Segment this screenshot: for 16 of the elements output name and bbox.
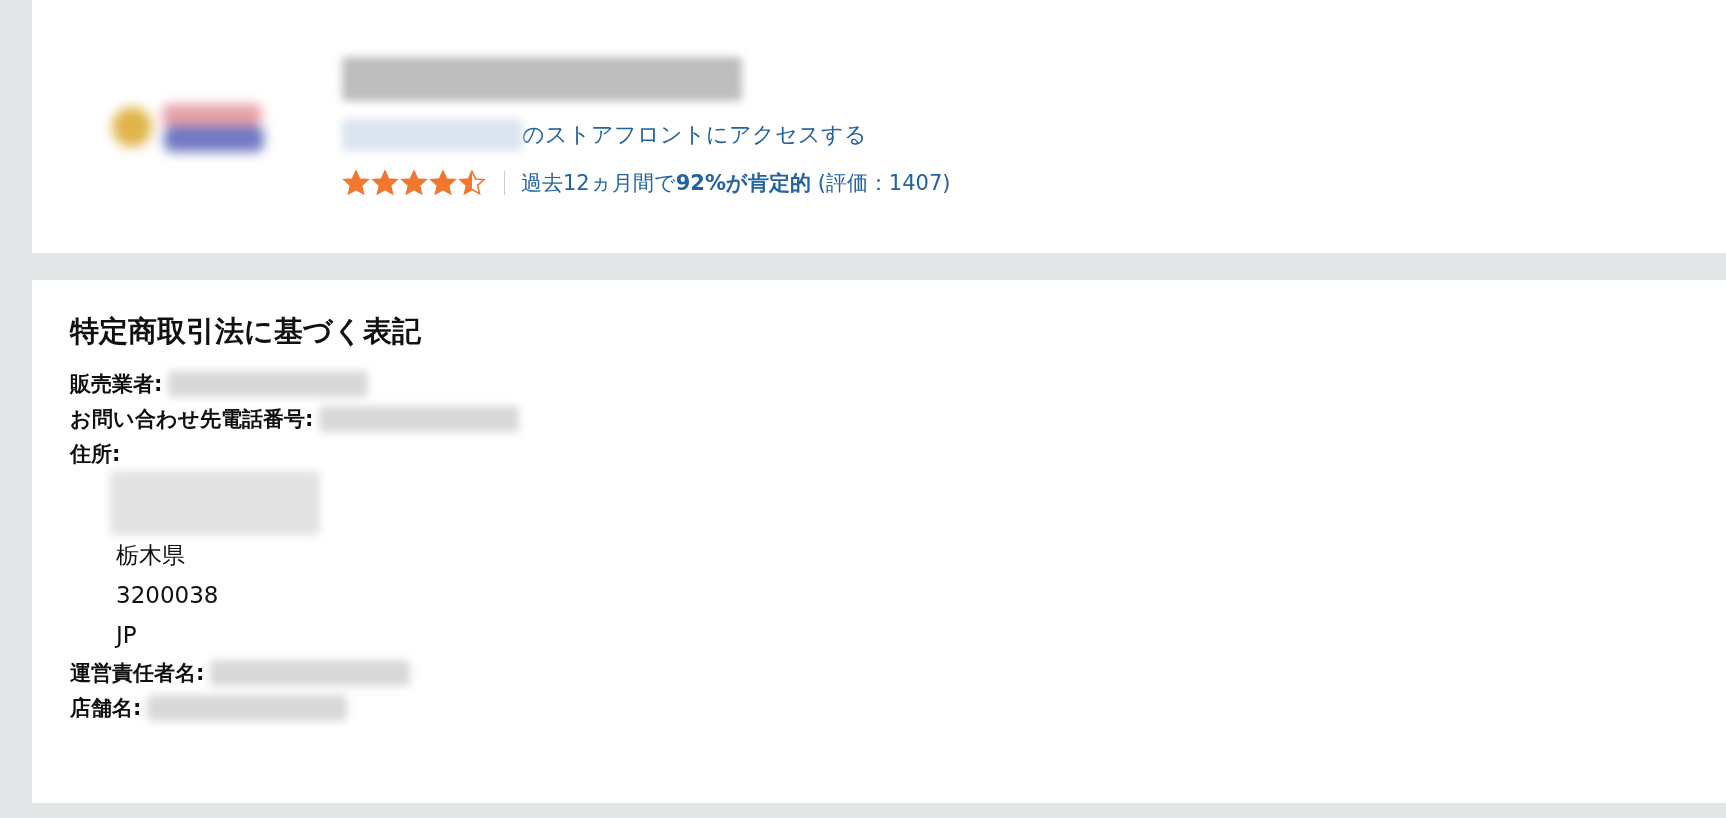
star-icon (342, 169, 370, 196)
field-label: 運営責任者名: (70, 659, 205, 687)
star-icon (458, 169, 486, 196)
address-line: 3200038 (115, 581, 220, 610)
star-icon (400, 169, 428, 196)
storefront-link[interactable]: のストアフロントにアクセスする (522, 119, 867, 150)
rating-summary-link[interactable]: 過去12ヵ月間で92%が肯定的 (評価：1407) (521, 168, 951, 197)
address-line: 栃木県 (115, 541, 186, 570)
section-title: 特定商取引法に基づく表記 (70, 313, 422, 350)
field-label: お問い合わせ先電話番号: (70, 405, 314, 433)
field-label: 住所: (70, 440, 121, 468)
field-label: 販売業者: (70, 370, 163, 398)
address-line: JP (113, 621, 138, 650)
star-icon (371, 169, 399, 196)
field-label: 店舗名: (70, 694, 142, 722)
star-icon (429, 169, 457, 196)
